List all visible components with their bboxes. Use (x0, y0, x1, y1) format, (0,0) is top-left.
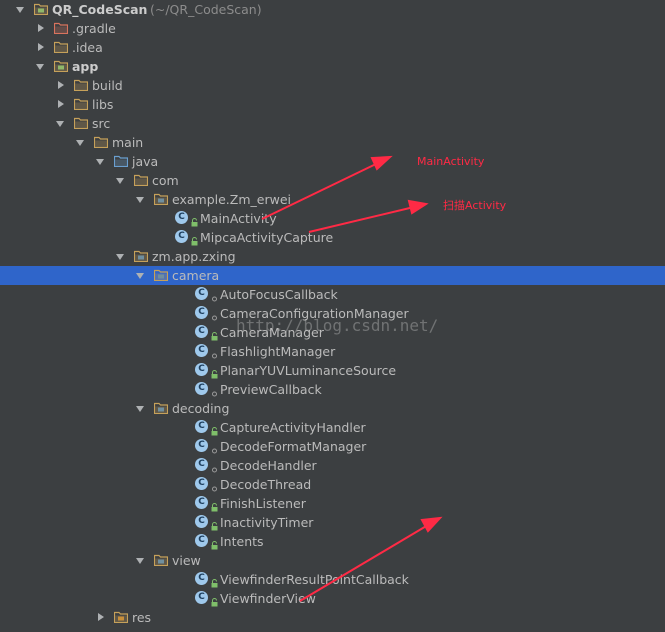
arrow-scan-activity (308, 206, 415, 233)
annotation-scan-activity: 扫描Activity (443, 199, 507, 212)
arrow-viewfinder (299, 524, 429, 602)
arrow-main-activity (261, 162, 379, 220)
arrow-main-activity-head (370, 155, 393, 171)
arrow-scan-activity-head (407, 199, 429, 215)
watermark: http://blog.csdn.net/ (236, 316, 439, 335)
annotation-main-activity: MainActivity (417, 155, 485, 168)
arrow-viewfinder-head (420, 516, 443, 533)
